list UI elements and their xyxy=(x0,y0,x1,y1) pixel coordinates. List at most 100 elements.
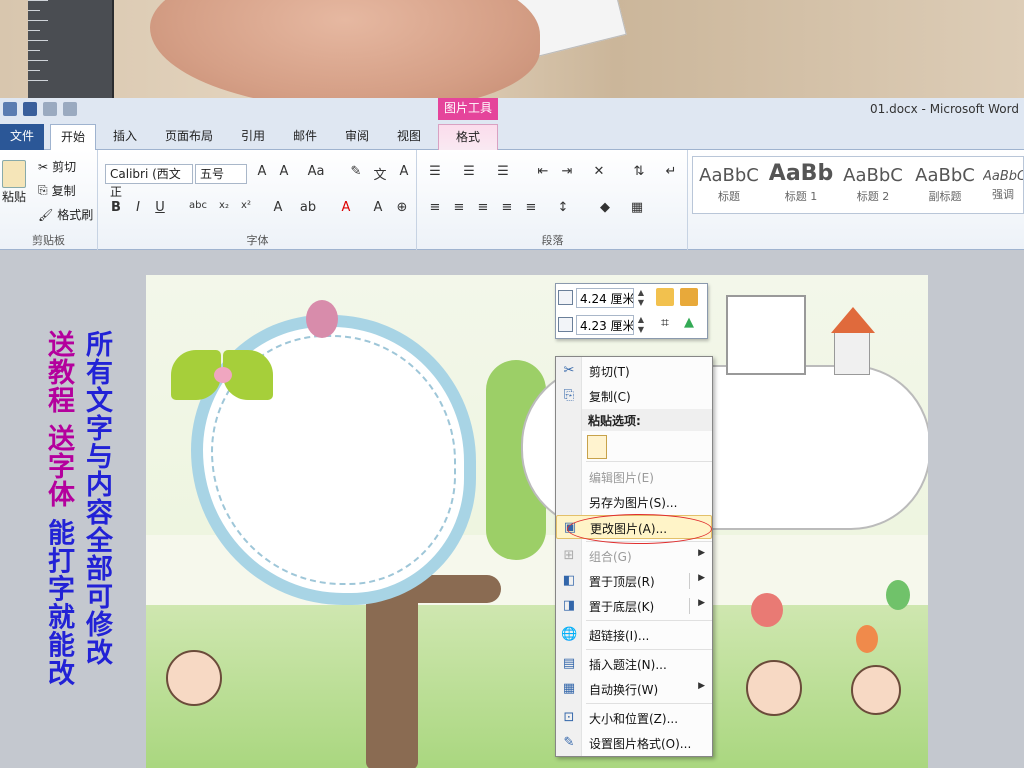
enclose-char-icon[interactable]: ⊕ xyxy=(393,200,411,215)
align-right-icon[interactable]: ≡ xyxy=(474,200,492,215)
multilevel-list-icon[interactable]: ☰ xyxy=(494,164,512,179)
kid-illustration xyxy=(851,665,901,715)
menu-label: 编辑图片(E) xyxy=(589,471,654,485)
menu-item-format-picture[interactable]: ✎ 设置图片格式(O)... xyxy=(556,731,712,755)
distributed-icon[interactable]: ≡ xyxy=(522,200,540,215)
redo-icon[interactable] xyxy=(63,102,77,116)
subscript-icon[interactable]: x₂ xyxy=(215,200,233,211)
superscript-icon[interactable]: x² xyxy=(237,200,255,211)
show-marks-icon[interactable]: ↵ xyxy=(662,164,680,179)
tab-format[interactable]: 格式 xyxy=(438,124,498,150)
sort-icon[interactable]: ⇅ xyxy=(630,164,648,179)
borders-icon[interactable]: ▦ xyxy=(628,200,646,215)
font-group-label: 字体 xyxy=(246,234,269,247)
grow-font-icon[interactable]: A xyxy=(253,164,271,179)
style-sample: AaBb xyxy=(768,161,834,186)
font-name-combo[interactable]: Calibri (西文正 xyxy=(105,164,193,199)
font-size-combo[interactable]: 五号 xyxy=(195,164,247,184)
menu-label: 组合(G) xyxy=(589,550,632,564)
send-backward-icon[interactable] xyxy=(680,288,698,306)
text-effects-icon[interactable]: A xyxy=(269,200,287,215)
scissors-icon: ✂ xyxy=(38,159,49,174)
tab-file[interactable]: 文件 xyxy=(0,124,44,150)
clipboard-group-label: 剪贴板 xyxy=(32,234,65,247)
chinese-layout-icon[interactable]: ✕ xyxy=(590,164,608,179)
tab-view[interactable]: 视图 xyxy=(387,124,431,150)
increase-indent-icon[interactable]: ⇥ xyxy=(558,164,576,179)
cut-label: 剪切 xyxy=(52,160,77,174)
paste-keep-icon[interactable] xyxy=(587,435,607,459)
styles-gallery: AaBbC 标题 AaBb 标题 1 AaBbC 标题 2 AaBbC 副标题 AaBb… xyxy=(692,156,1024,214)
line-spacing-icon[interactable]: ↕ xyxy=(554,200,572,215)
paste-button[interactable]: 粘贴 xyxy=(2,160,26,205)
position-icon[interactable]: ▲ xyxy=(680,315,698,333)
style-sample: AaBbC xyxy=(699,165,759,186)
underline-icon[interactable]: U xyxy=(151,200,169,215)
tab-references[interactable]: 引用 xyxy=(231,124,275,150)
clear-format-icon[interactable]: ✎ xyxy=(347,164,365,179)
menu-label: 插入题注(N)... xyxy=(589,658,667,672)
grass-illustration xyxy=(146,605,928,768)
height-row: ▲▼ xyxy=(556,285,709,311)
tab-mailings[interactable]: 邮件 xyxy=(283,124,327,150)
phonetic-icon[interactable]: 文 xyxy=(371,164,389,183)
bold-icon[interactable]: B xyxy=(107,200,125,215)
height-input[interactable] xyxy=(576,288,634,308)
style-title[interactable]: AaBbC 标题 xyxy=(695,159,763,211)
cut-button[interactable]: ✂ 剪切 xyxy=(38,158,76,175)
menu-item-insert-caption[interactable]: ▤ 插入题注(N)... xyxy=(556,652,712,676)
width-row: ▲▼ ⌗ ▲ xyxy=(556,312,709,338)
char-border-icon[interactable]: A xyxy=(395,164,413,179)
style-subtitle[interactable]: AaBbC 副标题 xyxy=(911,159,979,211)
shading-icon[interactable]: ◆ xyxy=(596,200,614,215)
menu-item-send-to-back[interactable]: ◨ 置于底层(K) ▶ xyxy=(556,594,712,618)
tree-trunk xyxy=(366,590,418,768)
copy-label: 复制 xyxy=(51,184,76,198)
menu-item-cut[interactable]: ✂ 剪切(T) xyxy=(556,359,712,383)
style-sample: AaBbC xyxy=(843,165,903,186)
tab-home[interactable]: 开始 xyxy=(50,124,97,151)
menu-item-save-as-picture[interactable]: 另存为图片(S)... xyxy=(556,490,712,514)
menu-item-bring-to-front[interactable]: ◧ 置于顶层(R) ▶ xyxy=(556,569,712,593)
submenu-arrow-icon: ▶ xyxy=(698,681,705,691)
justify-icon[interactable]: ≡ xyxy=(498,200,516,215)
tab-review[interactable]: 审阅 xyxy=(335,124,379,150)
save-icon[interactable] xyxy=(23,102,37,116)
italic-icon[interactable]: I xyxy=(129,200,147,215)
bullets-icon[interactable]: ☰ xyxy=(426,164,444,179)
shrink-font-icon[interactable]: A xyxy=(275,164,293,179)
scissors-icon: ✂ xyxy=(563,363,575,378)
menu-item-text-wrapping[interactable]: ▦ 自动换行(W) ▶ xyxy=(556,677,712,701)
style-heading1[interactable]: AaBb 标题 1 xyxy=(767,159,835,211)
word-icon[interactable] xyxy=(3,102,17,116)
char-shading-icon[interactable]: A xyxy=(369,200,387,215)
numbering-icon[interactable]: ☰ xyxy=(460,164,478,179)
change-case-icon[interactable]: Aa xyxy=(307,164,325,179)
font-color-icon[interactable]: A xyxy=(337,200,355,215)
tab-page-layout[interactable]: 页面布局 xyxy=(155,124,223,150)
bring-forward-icon[interactable] xyxy=(656,288,674,306)
quick-access-toolbar: 01.docx - Microsoft Word xyxy=(0,98,1024,120)
undo-icon[interactable] xyxy=(43,102,57,116)
tab-insert[interactable]: 插入 xyxy=(103,124,147,150)
format-painter-button[interactable]: 🖌 格式刷 xyxy=(38,206,93,223)
menu-item-hyperlink[interactable]: 🌐 超链接(I)... xyxy=(556,623,712,647)
style-emphasis[interactable]: AaBbC 强调 xyxy=(983,159,1023,211)
menu-item-copy[interactable]: ⎘ 复制(C) xyxy=(556,384,712,408)
width-input[interactable] xyxy=(576,315,634,335)
picture-tools-label: 图片工具 xyxy=(438,98,498,120)
promo-text-left: 送教程 送字体 能打字就能改 xyxy=(40,330,76,687)
align-center-icon[interactable]: ≡ xyxy=(450,200,468,215)
copy-button[interactable]: ⎘ 复制 xyxy=(38,182,76,199)
menu-item-size-position[interactable]: ⊡ 大小和位置(Z)... xyxy=(556,706,712,730)
height-spinner[interactable]: ▲ ▼ xyxy=(636,288,646,308)
highlight-icon[interactable]: ab xyxy=(299,200,317,215)
decrease-indent-icon[interactable]: ⇤ xyxy=(534,164,552,179)
boy-illustration xyxy=(746,660,802,716)
align-left-icon[interactable]: ≡ xyxy=(426,200,444,215)
menu-label: 置于底层(K) xyxy=(589,600,655,614)
style-heading2[interactable]: AaBbC 标题 2 xyxy=(839,159,907,211)
crop-icon[interactable]: ⌗ xyxy=(656,315,674,333)
strikethrough-icon[interactable]: abc xyxy=(189,200,207,211)
width-spinner[interactable]: ▲ ▼ xyxy=(636,315,646,335)
